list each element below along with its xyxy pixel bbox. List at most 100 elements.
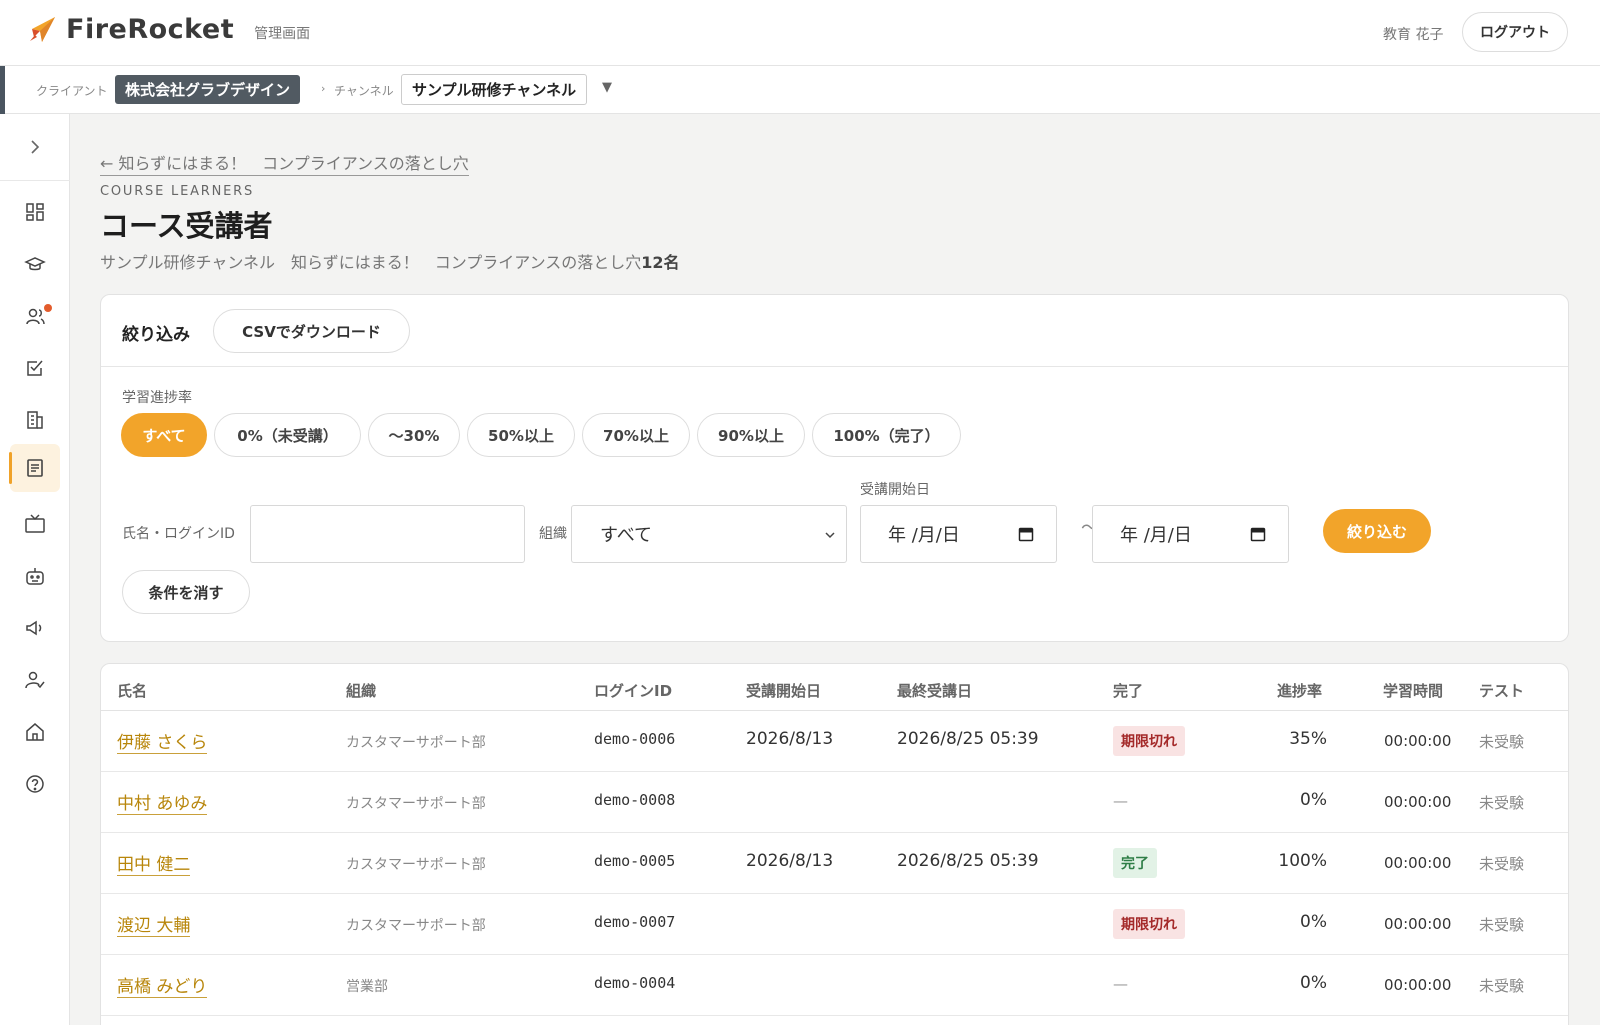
client-chip[interactable]: 株式会社グラブデザイン <box>115 75 301 104</box>
calendar-icon[interactable] <box>1250 526 1266 542</box>
learner-study-time: 00:00:00 <box>1384 793 1452 811</box>
channel-select[interactable]: サンプル研修チャンネル <box>401 74 588 105</box>
learner-progress: 0% <box>1300 790 1327 810</box>
learner-count: 12名 <box>641 253 680 272</box>
name-filter-label: 氏名・ログインID <box>122 526 235 542</box>
caret-down-icon[interactable]: ▼ <box>602 80 612 95</box>
brand-logo[interactable]: FireRocket 管理画面 <box>28 14 310 45</box>
column-header-last-date[interactable]: 最終受講日 <box>897 680 972 701</box>
column-header-org[interactable]: 組織 <box>346 680 376 701</box>
rocket-icon <box>30 16 55 42</box>
progress-pill-50[interactable]: 50%以上 <box>467 413 575 457</box>
column-header-study-time[interactable]: 学習時間 <box>1383 680 1443 701</box>
help-icon <box>26 775 44 793</box>
brand-name: FireRocket <box>66 14 235 45</box>
org-select[interactable]: すべて <box>571 505 847 563</box>
progress-pill-70[interactable]: 70%以上 <box>582 413 690 457</box>
learner-study-time: 00:00:00 <box>1384 915 1452 933</box>
start-date-from-input[interactable]: 年 /月/日 <box>860 505 1057 563</box>
user-name: 教育 花子 <box>1383 27 1444 43</box>
date-from-placeholder: 年 /月/日 <box>888 525 960 546</box>
context-breadcrumb: クライアント 株式会社グラブデザイン › チャンネル サンプル研修チャンネル ▼ <box>0 66 1600 114</box>
dashboard-icon <box>26 203 44 221</box>
sidebar-item-bot[interactable] <box>10 552 60 600</box>
learner-name-link[interactable]: 渡辺 大輔 <box>117 911 191 937</box>
sidebar-item-user-approval[interactable] <box>10 656 60 704</box>
document-icon <box>27 459 43 477</box>
start-date-label: 受講開始日 <box>860 482 930 498</box>
client-label: クライアント <box>36 84 108 98</box>
learner-test-status: 未受験 <box>1479 977 1525 995</box>
learner-login-id: demo-0005 <box>594 852 676 870</box>
column-header-login-id[interactable]: ログインID <box>594 680 672 701</box>
sidebar-item-organizations[interactable] <box>10 396 60 444</box>
clear-filter-button[interactable]: 条件を消す <box>122 570 250 614</box>
learner-test-status: 未受験 <box>1479 733 1525 751</box>
back-link[interactable]: ← 知らずにはまる！ コンプライアンスの落とし穴 <box>100 150 469 176</box>
csv-download-button[interactable]: CSVでダウンロード <box>213 309 410 353</box>
progress-pill-30[interactable]: 〜30% <box>368 413 460 457</box>
learner-org: カスタマーサポート部 <box>346 918 486 934</box>
learner-login-id: demo-0008 <box>594 791 676 809</box>
learner-name-link[interactable]: 田中 健二 <box>117 850 191 876</box>
sidebar-item-announcements[interactable] <box>10 604 60 652</box>
learner-name-link[interactable]: 高橋 みどり <box>117 972 208 998</box>
notification-dot <box>44 304 52 312</box>
sidebar-item-users[interactable] <box>10 292 60 340</box>
learner-login-id: demo-0007 <box>594 913 676 931</box>
table-row: 渡辺 大輔 カスタマーサポート部 demo-0007 期限切れ 0% 00:00… <box>101 894 1568 955</box>
learner-last-date: 2026/8/25 05:39 <box>897 851 1039 871</box>
user-check-icon <box>25 671 45 689</box>
progress-pill-100[interactable]: 100%（完了） <box>812 413 961 457</box>
column-header-complete[interactable]: 完了 <box>1113 680 1143 701</box>
tv-icon <box>25 514 45 533</box>
column-header-start-date[interactable]: 受講開始日 <box>746 680 821 701</box>
top-header: FireRocket 管理画面 教育 花子 ログアウト <box>0 0 1600 66</box>
sidebar-item-home[interactable] <box>10 708 60 756</box>
learner-start-date: 2026/8/13 <box>746 851 834 871</box>
column-header-name[interactable]: 氏名 <box>117 680 147 701</box>
learner-test-status: 未受験 <box>1479 916 1525 934</box>
start-date-to-input[interactable]: 年 /月/日 <box>1092 505 1289 563</box>
learner-progress: 0% <box>1300 912 1327 932</box>
learner-name-link[interactable]: 中村 あゆみ <box>117 789 208 815</box>
column-header-progress[interactable]: 進捗率 <box>1277 680 1322 701</box>
org-filter-label: 組織 <box>539 526 567 542</box>
apply-filter-button[interactable]: 絞り込む <box>1323 509 1431 553</box>
sidebar-item-course-admin[interactable] <box>9 444 60 492</box>
sidebar-item-help[interactable] <box>10 760 60 808</box>
breadcrumb-separator: › <box>321 82 326 95</box>
learner-test-status: 未受験 <box>1479 855 1525 873</box>
progress-filter-label: 学習進捗率 <box>122 390 192 406</box>
sidebar-item-dashboard[interactable] <box>10 188 60 236</box>
learner-study-time: 00:00:00 <box>1384 976 1452 994</box>
progress-pill-90[interactable]: 90%以上 <box>697 413 805 457</box>
logout-button[interactable]: ログアウト <box>1462 12 1568 52</box>
subtitle-text: サンプル研修チャンネル 知らずにはまる！ コンプライアンスの落とし穴 <box>100 253 642 272</box>
filter-title: 絞り込み <box>122 325 190 345</box>
table-row: 中村 あゆみ カスタマーサポート部 demo-0008 — 0% 00:00:0… <box>101 772 1568 833</box>
calendar-icon[interactable] <box>1018 526 1034 542</box>
learner-org: 営業部 <box>346 979 388 995</box>
sidebar-expand-button[interactable] <box>22 134 48 160</box>
chevron-right-icon <box>31 140 40 154</box>
robot-icon <box>26 568 44 585</box>
learner-login-id: demo-0004 <box>594 974 676 992</box>
name-search-input[interactable] <box>250 505 525 563</box>
building-icon <box>27 411 43 429</box>
learner-name-link[interactable]: 伊藤 さくら <box>117 728 208 754</box>
status-badge: 期限切れ <box>1113 726 1185 756</box>
filter-panel: 絞り込み CSVでダウンロード 学習進捗率 すべて 0%（未受講） 〜30% 5… <box>100 294 1569 642</box>
progress-pill-0[interactable]: 0%（未受講） <box>214 413 361 457</box>
learner-progress: 100% <box>1278 851 1327 871</box>
progress-pill-all[interactable]: すべて <box>121 413 207 457</box>
filter-panel-header: 絞り込み CSVでダウンロード <box>101 295 1568 367</box>
org-select-value: すべて <box>600 525 653 546</box>
users-icon <box>26 308 45 325</box>
status-empty: — <box>1113 792 1128 810</box>
megaphone-icon <box>26 620 42 636</box>
sidebar-item-videos[interactable] <box>10 500 60 548</box>
column-header-test[interactable]: テスト <box>1479 680 1524 701</box>
sidebar-item-courses[interactable] <box>10 240 60 288</box>
sidebar-item-tasks[interactable] <box>10 344 60 392</box>
